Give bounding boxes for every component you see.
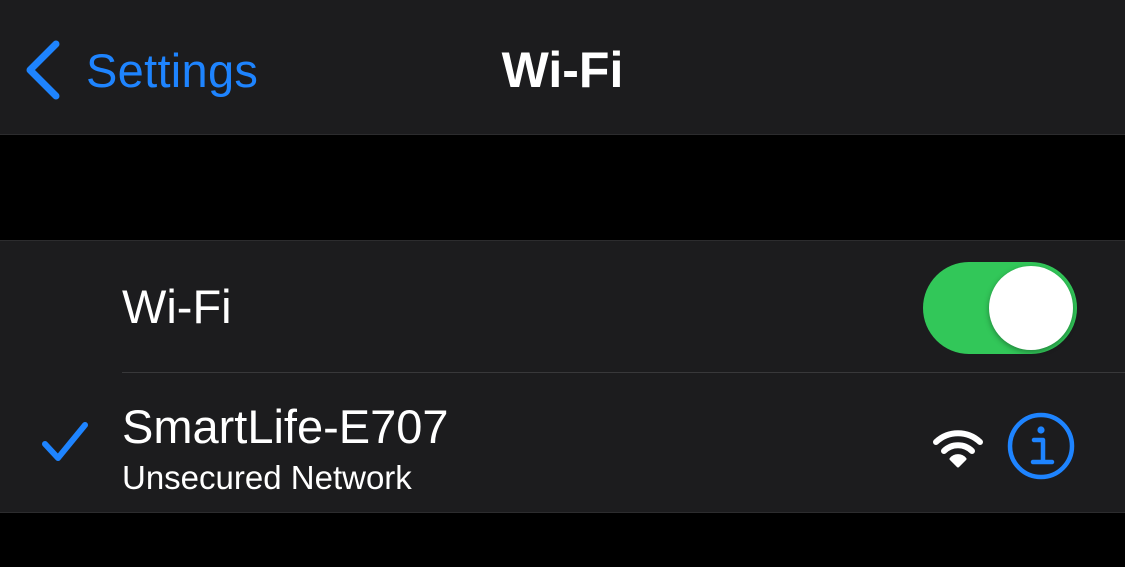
back-button-label: Settings: [86, 43, 259, 97]
bottom-spacer: [0, 513, 1125, 567]
wifi-toggle-label: Wi-Fi: [122, 280, 232, 333]
wifi-settings-screen: Settings Wi-Fi Wi-Fi SmartLife-E707 Unse…: [0, 0, 1125, 567]
back-button[interactable]: Settings: [22, 38, 258, 102]
toggle-knob: [989, 266, 1073, 350]
network-row[interactable]: SmartLife-E707 Unsecured Network: [0, 373, 1125, 513]
wifi-list-group: Wi-Fi SmartLife-E707 Unsecured Network: [0, 240, 1125, 513]
section-spacer: [0, 135, 1125, 240]
wifi-toggle-row: Wi-Fi: [0, 241, 1125, 373]
info-icon[interactable]: [1006, 411, 1076, 481]
network-name: SmartLife-E707: [122, 400, 449, 453]
navigation-bar: Settings Wi-Fi: [0, 0, 1125, 135]
checkmark-icon: [42, 422, 88, 461]
chevron-left-icon: [26, 40, 60, 100]
wifi-signal-icon: [933, 430, 983, 468]
wifi-toggle-switch[interactable]: [923, 262, 1077, 354]
network-security-status: Unsecured Network: [122, 459, 412, 496]
